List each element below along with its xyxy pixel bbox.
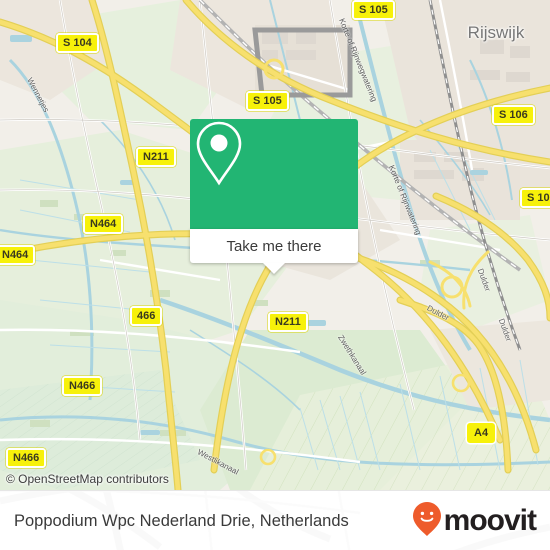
moovit-smiley-pin-icon: [412, 501, 442, 542]
route-shield-s106-upper[interactable]: S 106: [492, 105, 535, 125]
route-shield-s106-right[interactable]: S 106: [520, 188, 550, 208]
take-me-there-label: Take me there: [226, 237, 322, 255]
callout-marker-area: [190, 119, 358, 229]
route-shield-n211-lower[interactable]: N211: [268, 312, 308, 332]
route-shield-n211-upper[interactable]: N211: [136, 147, 176, 167]
footer-bar: Poppodium Wpc Nederland Drie, Netherland…: [0, 490, 550, 550]
route-shield-s105[interactable]: S 105: [246, 91, 289, 111]
take-me-there-callout[interactable]: Take me there: [190, 119, 358, 274]
route-shield-n464-upper[interactable]: N464: [83, 214, 124, 234]
moovit-wordmark: moovit: [443, 504, 537, 537]
moovit-logo[interactable]: moovit: [412, 501, 537, 542]
moovit-map-share-card: Rijswijk Wennetjes Korte of Rijnwegwater…: [0, 0, 550, 550]
page-title: Poppodium Wpc Nederland Drie, Netherland…: [14, 511, 349, 530]
map-attribution[interactable]: © OpenStreetMap contributors: [6, 472, 169, 486]
map-canvas[interactable]: Rijswijk Wennetjes Korte of Rijnwegwater…: [0, 0, 550, 490]
callout-pointer-tip: [263, 263, 285, 274]
route-shield-s105-top[interactable]: S 105: [352, 0, 395, 20]
route-shield-s104[interactable]: S 104: [56, 33, 99, 53]
take-me-there-button[interactable]: Take me there: [190, 229, 358, 263]
route-shield-n466-lower[interactable]: N466: [6, 448, 47, 468]
map-place-label: Rijswijk: [467, 23, 525, 42]
route-shield-a4[interactable]: A4: [467, 423, 496, 443]
route-shield-n466-upper[interactable]: N466: [62, 376, 103, 396]
route-shield-n464-left[interactable]: N464: [0, 245, 36, 265]
route-shield-466[interactable]: 466: [130, 306, 163, 326]
